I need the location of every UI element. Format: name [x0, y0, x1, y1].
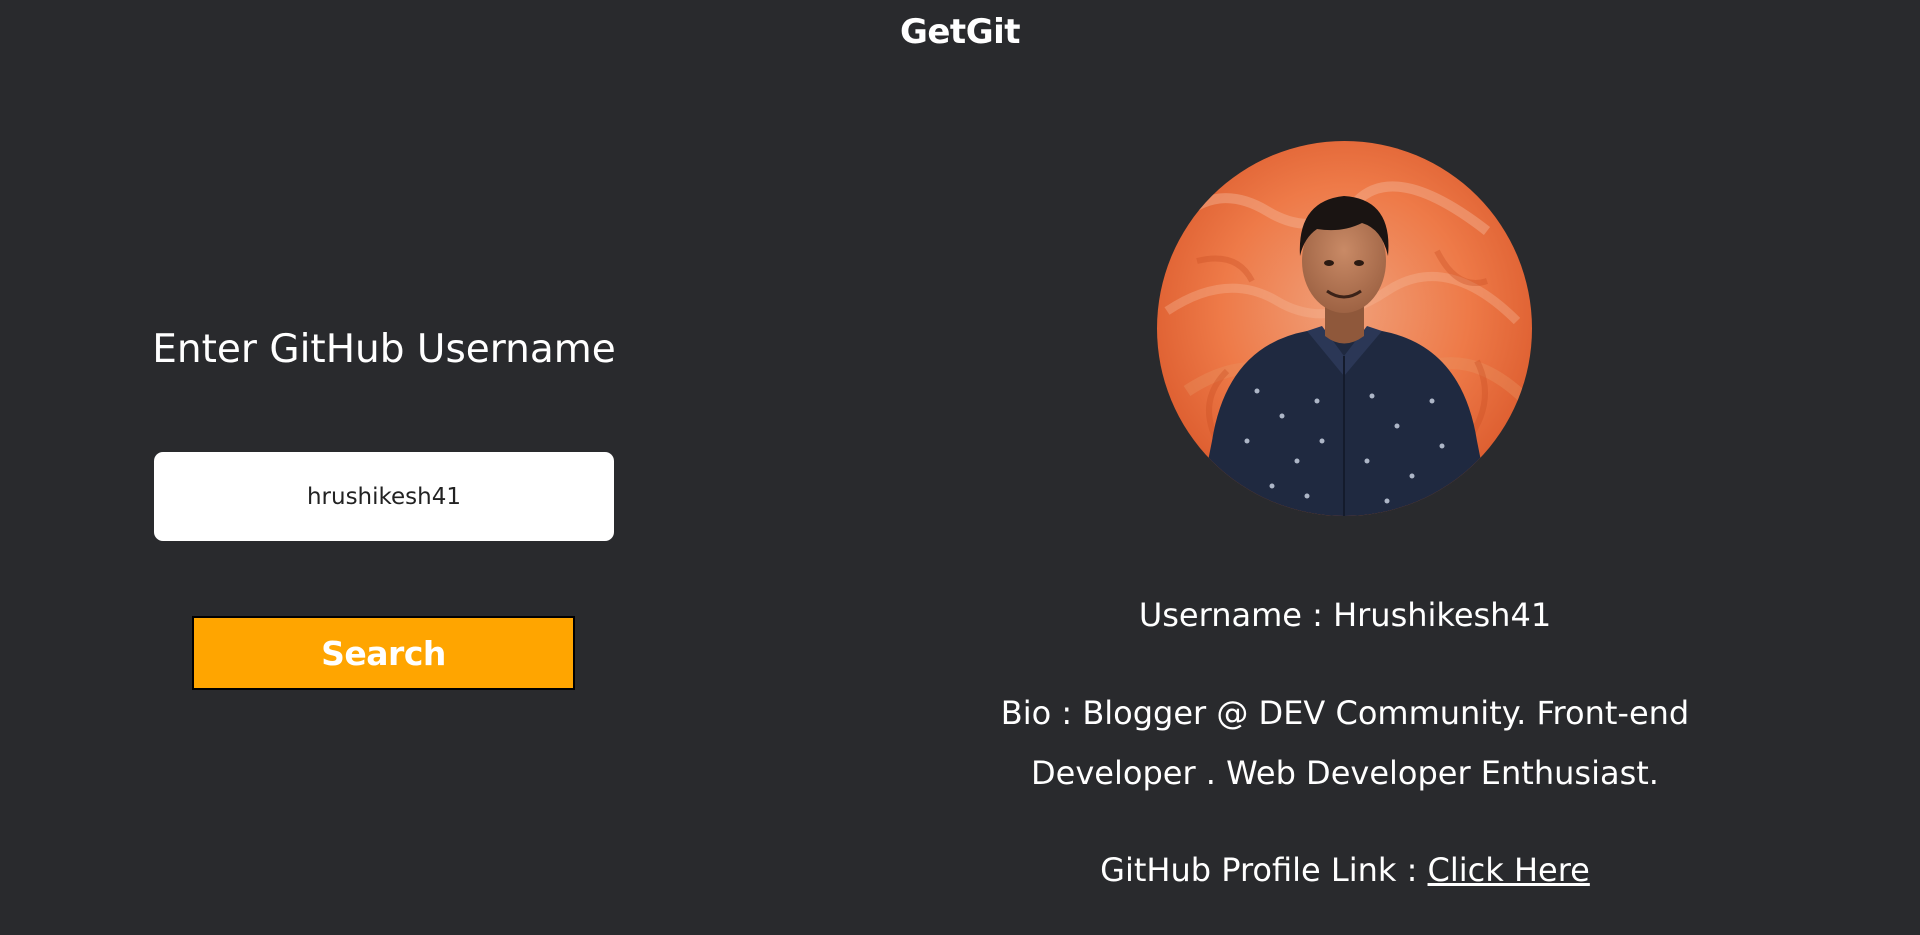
- search-panel: Enter GitHub Username Search: [150, 0, 618, 935]
- bio-value: Blogger @ DEV Community. Front-end Devel…: [1031, 694, 1690, 792]
- profile-bio: Bio : Blogger @ DEV Community. Front-end…: [980, 683, 1710, 803]
- search-heading: Enter GitHub Username: [152, 327, 616, 372]
- user-photo-icon: [1157, 141, 1532, 516]
- username-label: Username :: [1138, 596, 1334, 634]
- search-button[interactable]: Search: [192, 616, 575, 690]
- profile-panel: Username : Hrushikesh41 Bio : Blogger @ …: [980, 0, 1710, 935]
- avatar: [1157, 141, 1532, 516]
- bio-label: Bio :: [1000, 694, 1083, 732]
- profile-link[interactable]: Click Here: [1428, 851, 1590, 889]
- username-value: Hrushikesh41: [1333, 596, 1552, 634]
- profile-link-row: GitHub Profile Link : Click Here: [980, 840, 1710, 900]
- username-input[interactable]: [154, 452, 614, 541]
- profile-link-label: GitHub Profile Link :: [1100, 851, 1428, 889]
- profile-username: Username : Hrushikesh41: [980, 585, 1710, 645]
